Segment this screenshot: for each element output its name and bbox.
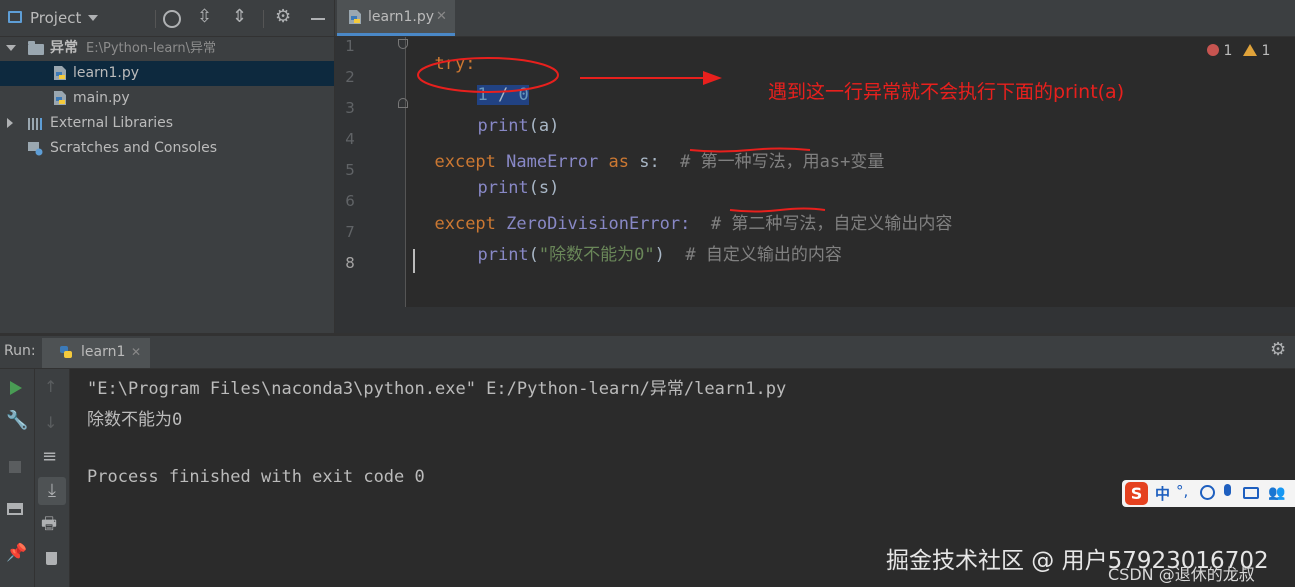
annotation-overlay: [417, 57, 826, 213]
watermark-sub: CSDN @退休的龙叔: [1108, 565, 1255, 584]
close-icon[interactable]: ✕: [131, 345, 141, 359]
run-tab-label: learn1: [81, 344, 126, 360]
microphone-icon: [1224, 484, 1231, 496]
annotation-arrow-head: [703, 71, 722, 85]
gear-icon[interactable]: ⚙: [1270, 341, 1286, 359]
python-icon: [60, 346, 72, 358]
run-tab-learn1[interactable]: learn1 ✕: [42, 338, 150, 368]
run-label: Run:: [4, 343, 36, 359]
user-icon: 👥: [1268, 485, 1286, 501]
annotation-text: 遇到这一行异常就不会执行下面的print(a): [768, 81, 1125, 103]
layout-icon[interactable]: [7, 503, 23, 515]
arrow-down-icon[interactable]: ↓: [44, 415, 57, 431]
wrench-icon[interactable]: 🔧: [6, 412, 28, 430]
scroll-to-end-icon[interactable]: ⤓: [38, 477, 66, 505]
annotation-underline: [689, 147, 811, 153]
run-toolbar-secondary: ↑ ↓ ≡ ⤓ 🖶: [35, 369, 70, 587]
punctuation-icon: °,: [1176, 482, 1189, 500]
ime-toolbar[interactable]: S 中 °, 👥: [1122, 480, 1295, 507]
pin-icon[interactable]: 📌: [6, 545, 27, 562]
rerun-icon[interactable]: [10, 381, 22, 395]
arrow-up-icon[interactable]: ↑: [44, 379, 57, 395]
soft-wrap-icon[interactable]: ≡: [42, 448, 57, 466]
annotation-ellipse: [417, 57, 559, 93]
console-line: 除数不能为0: [87, 410, 183, 430]
console-line: "E:\Program Files\naconda3\python.exe" E…: [87, 379, 787, 399]
stop-icon[interactable]: [9, 461, 21, 473]
run-panel-header: Run: ⚙: [0, 336, 1295, 369]
print-icon[interactable]: 🖶: [41, 516, 57, 533]
trash-icon[interactable]: [46, 552, 57, 565]
console-line: Process finished with exit code 0: [87, 467, 425, 487]
ime-mode-text: 中: [1155, 485, 1171, 503]
annotation-underline: [729, 207, 826, 213]
sogou-logo-icon: S: [1125, 482, 1148, 505]
emoji-icon: [1200, 485, 1215, 500]
run-toolbar-primary: 🔧 📌: [0, 369, 35, 587]
keyboard-icon: [1243, 487, 1259, 499]
